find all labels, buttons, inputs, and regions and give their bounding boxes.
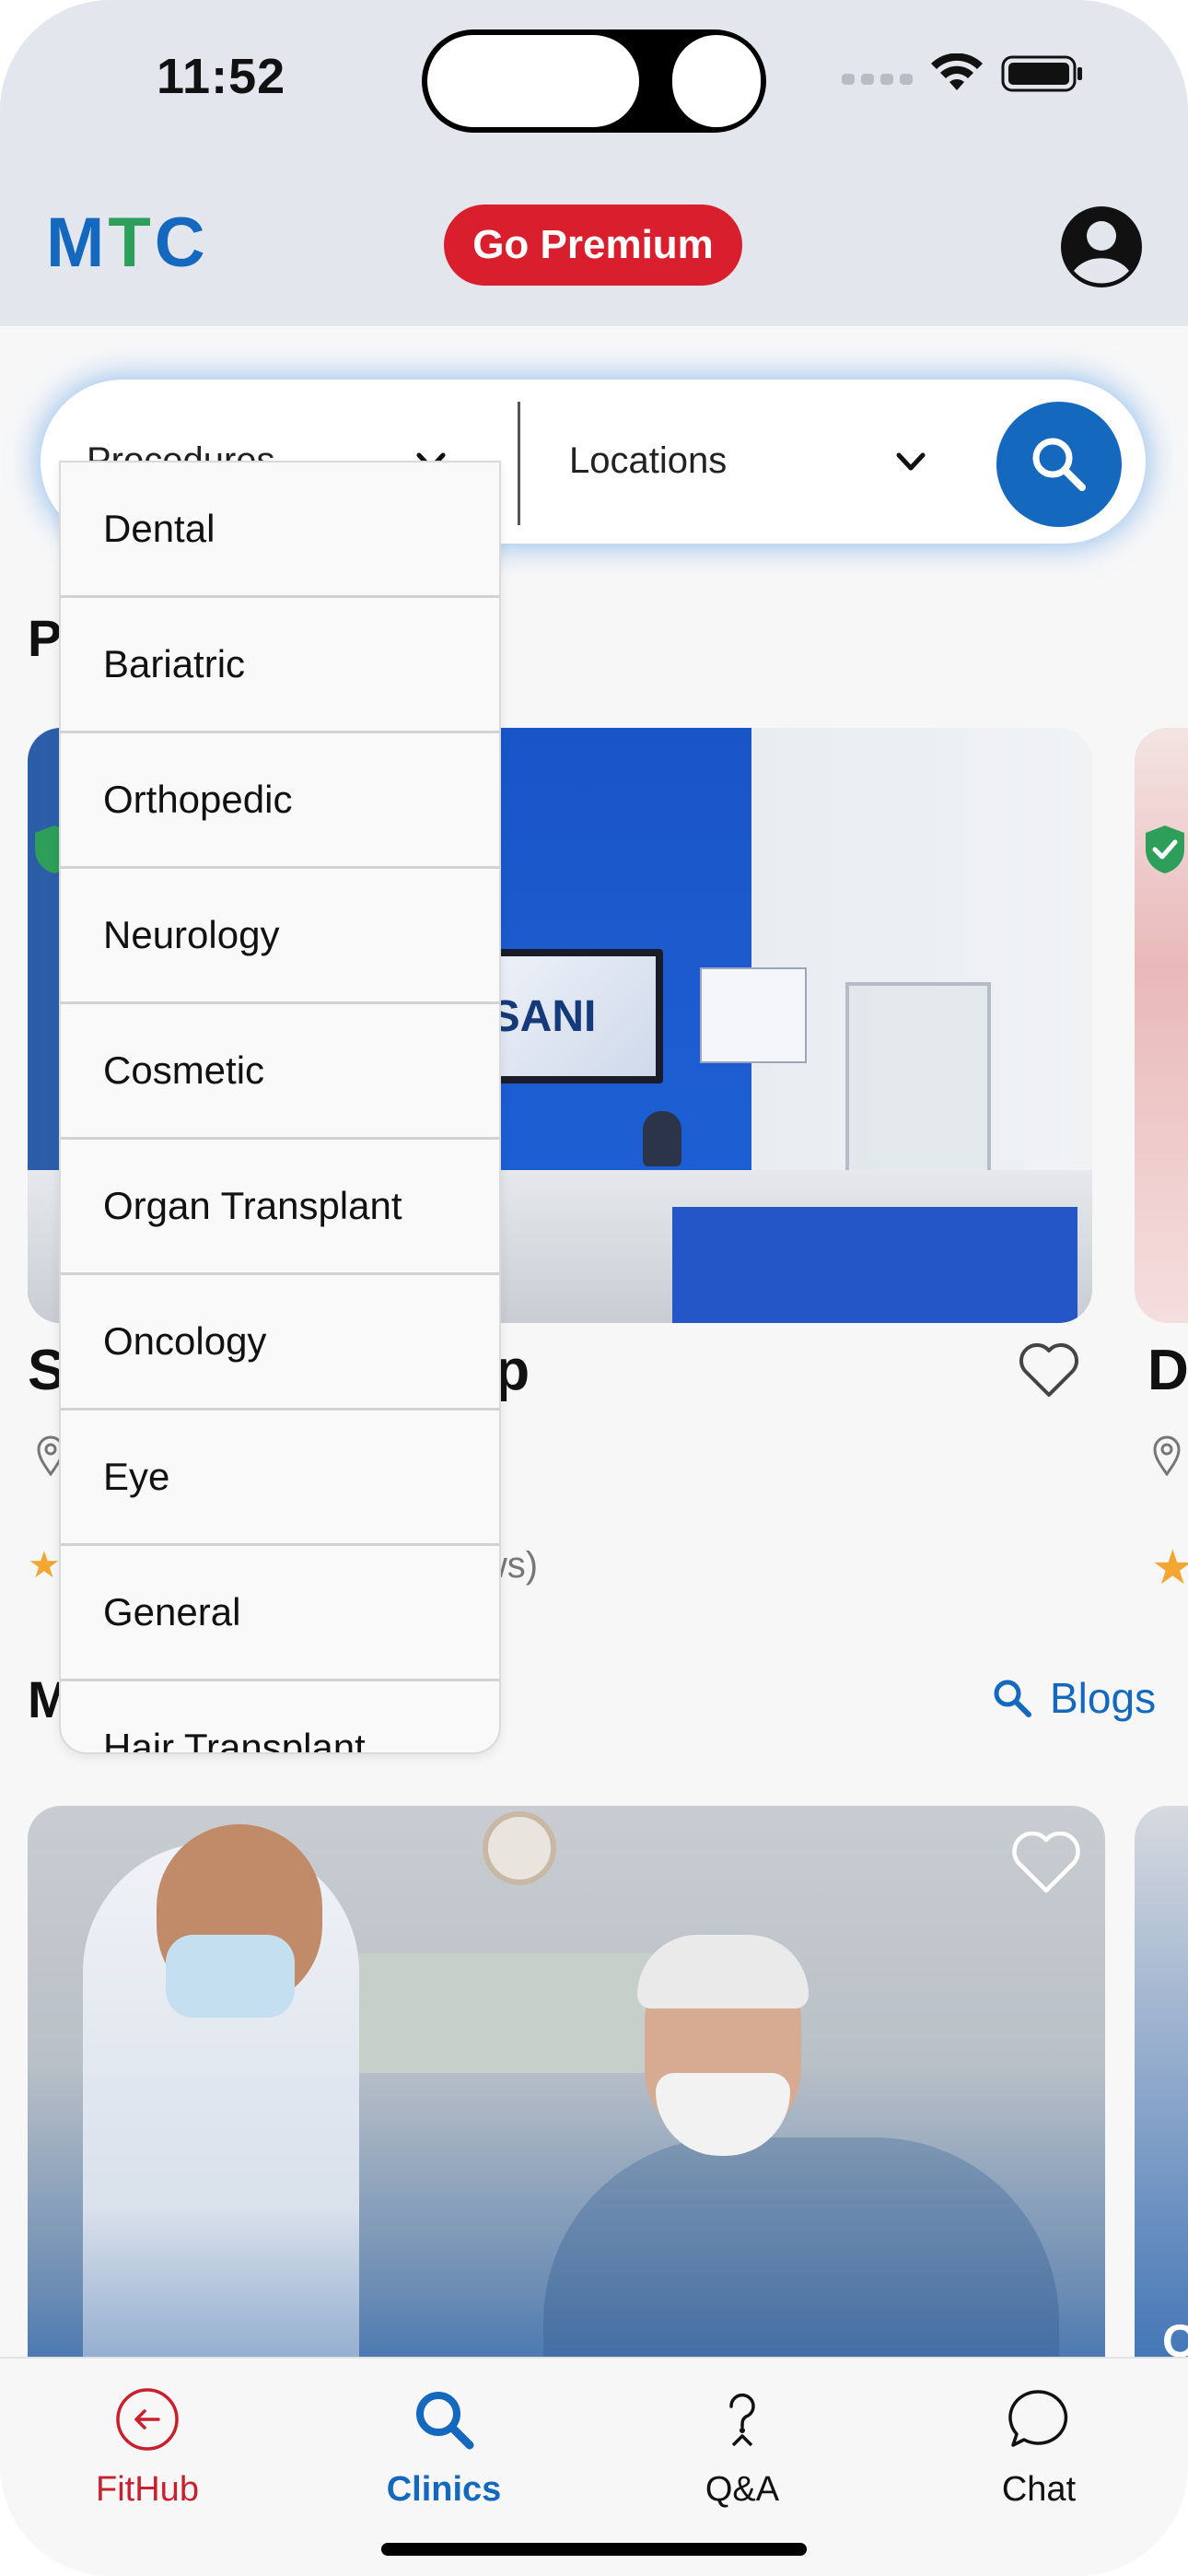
brand-logo: MTC bbox=[46, 204, 209, 282]
locations-select[interactable]: Locations bbox=[569, 440, 727, 482]
dropdown-option-bariatric[interactable]: Bariatric bbox=[61, 598, 499, 733]
go-premium-button[interactable]: Go Premium bbox=[444, 205, 742, 286]
chat-bubble-icon bbox=[1008, 2390, 1068, 2447]
tab-clinics[interactable]: Clinics bbox=[333, 2386, 554, 2510]
blogs-link[interactable]: Blogs bbox=[991, 1673, 1156, 1723]
cellular-signal-icon bbox=[842, 74, 913, 85]
heart-icon[interactable] bbox=[1019, 1343, 1079, 1403]
dropdown-option-orthopedic[interactable]: Orthopedic bbox=[61, 733, 499, 869]
star-icon: ★ bbox=[1151, 1541, 1188, 1595]
search-button[interactable] bbox=[996, 402, 1122, 527]
next-clinic-card-name[interactable]: D bbox=[1147, 1338, 1188, 1403]
battery-icon bbox=[1001, 53, 1084, 94]
back-circle-icon bbox=[116, 2388, 179, 2451]
dropdown-option-cosmetic[interactable]: Cosmetic bbox=[61, 1004, 499, 1140]
search-icon bbox=[1032, 438, 1086, 491]
top-header: 11:52 MTC Go Premium bbox=[0, 0, 1188, 326]
verified-shield-icon bbox=[1144, 824, 1186, 880]
tab-qa[interactable]: Q&A bbox=[632, 2386, 853, 2510]
tab-chat[interactable]: Chat bbox=[928, 2386, 1149, 2510]
dropdown-option-organ-transplant[interactable]: Organ Transplant bbox=[61, 1140, 499, 1275]
dropdown-option-neurology[interactable]: Neurology bbox=[61, 869, 499, 1004]
status-icons bbox=[842, 53, 1084, 94]
account-icon[interactable] bbox=[1059, 205, 1144, 289]
question-icon bbox=[729, 2393, 755, 2447]
search-divider bbox=[518, 402, 520, 525]
dropdown-option-hair-transplant[interactable]: Hair Transplant bbox=[61, 1681, 499, 1752]
search-icon bbox=[416, 2392, 474, 2450]
dropdown-option-dental[interactable]: Dental bbox=[61, 463, 499, 598]
next-clinic-card-image[interactable] bbox=[1135, 728, 1188, 1323]
dynamic-island bbox=[422, 29, 766, 133]
tab-fithub[interactable]: FitHub bbox=[37, 2386, 258, 2510]
home-indicator bbox=[381, 2543, 807, 2556]
phone-screen: 11:52 MTC Go Premium Locations P SANI S … bbox=[0, 0, 1188, 2576]
dropdown-option-eye[interactable]: Eye bbox=[61, 1411, 499, 1546]
dropdown-option-general[interactable]: General bbox=[61, 1546, 499, 1681]
procedures-dropdown: Dental Bariatric Orthopedic Neurology Co… bbox=[59, 461, 501, 1754]
star-icon: ★ bbox=[28, 1545, 61, 1586]
wifi-icon bbox=[929, 53, 984, 94]
search-icon bbox=[994, 1680, 1031, 1717]
location-pin-icon bbox=[1153, 1435, 1181, 1481]
blog-card-image[interactable] bbox=[28, 1806, 1105, 2451]
clinics-section-title: P bbox=[28, 609, 63, 667]
status-time: 11:52 bbox=[157, 49, 286, 104]
dropdown-option-oncology[interactable]: Oncology bbox=[61, 1275, 499, 1411]
chevron-down-icon[interactable] bbox=[893, 444, 928, 484]
heart-icon[interactable] bbox=[1011, 1831, 1081, 1899]
